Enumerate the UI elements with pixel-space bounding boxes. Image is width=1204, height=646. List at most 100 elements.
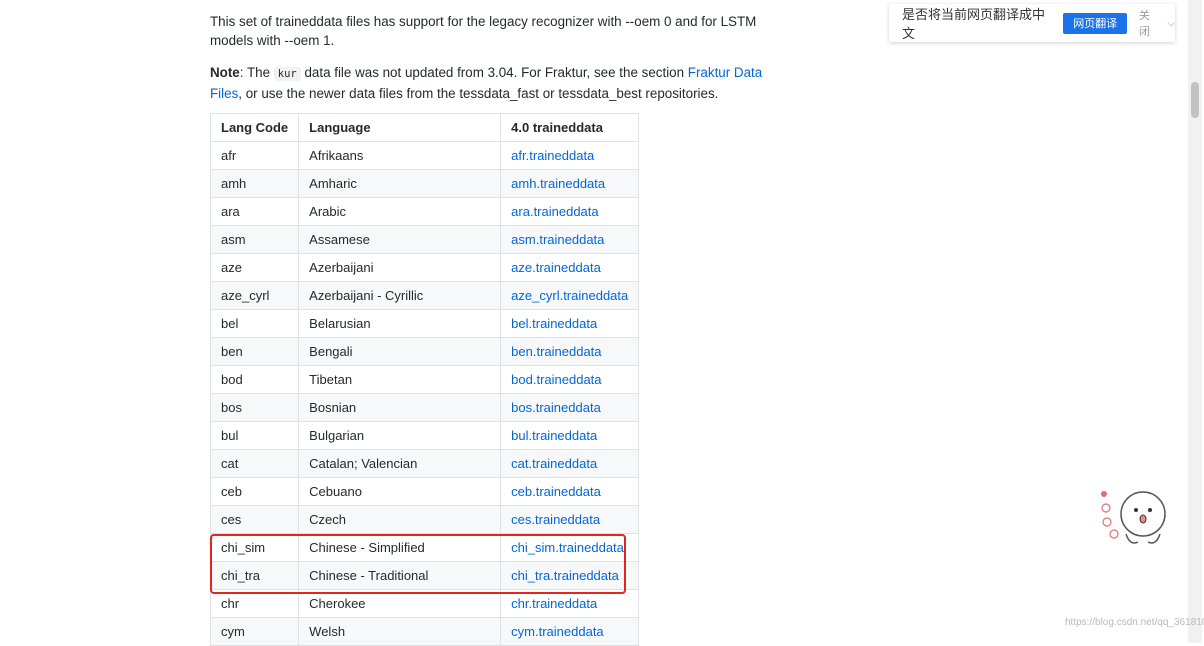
traineddata-link[interactable]: bul.traineddata <box>500 421 640 450</box>
lang-code-cell: cat <box>209 449 300 478</box>
lang-code-cell: bos <box>209 393 300 422</box>
traineddata-link-text[interactable]: ben.traineddata <box>511 344 601 359</box>
traineddata-link[interactable]: ara.traineddata <box>500 197 640 226</box>
table-row: chi_tra Chinese - Traditional chi_tra.trai… <box>209 561 640 590</box>
language-cell: Arabic <box>298 197 502 226</box>
traineddata-link-text[interactable]: bul.traineddata <box>511 428 597 443</box>
traineddata-link-text[interactable]: ceb.traineddata <box>511 484 601 499</box>
close-translate-button[interactable]: 关闭 <box>1139 7 1160 39</box>
scrollbar-thumb[interactable] <box>1191 82 1199 118</box>
note-text-2: data file was not updated from 3.04. For… <box>300 65 688 80</box>
traineddata-link[interactable]: afr.traineddata <box>500 141 640 170</box>
language-cell: Tibetan <box>298 365 502 394</box>
lang-code-cell: ces <box>209 505 300 534</box>
traineddata-link-text[interactable]: chr.traineddata <box>511 596 597 611</box>
traineddata-link-text[interactable]: cym.traineddata <box>511 624 604 639</box>
traineddata-link-text[interactable]: afr.traineddata <box>511 148 594 163</box>
traineddata-table: Lang Code Language 4.0 traineddata afr Af… <box>209 113 640 646</box>
note-text-3: , or use the newer data files from the t… <box>238 86 719 101</box>
traineddata-link[interactable]: cat.traineddata <box>500 449 640 478</box>
table-row: ara Arabic ara.traineddata <box>209 197 640 226</box>
note-label: Note <box>210 65 240 80</box>
table-row: afr Afrikaans afr.traineddata <box>209 141 640 170</box>
lang-code-cell: cym <box>209 617 300 646</box>
traineddata-link[interactable]: asm.traineddata <box>500 225 640 254</box>
lang-code-cell: asm <box>209 225 300 254</box>
language-cell: Chinese - Simplified <box>298 533 502 562</box>
traineddata-link-text[interactable]: ara.traineddata <box>511 204 598 219</box>
traineddata-link[interactable]: bel.traineddata <box>500 309 640 338</box>
traineddata-link[interactable]: chr.traineddata <box>500 589 640 618</box>
lang-code-cell: aze_cyrl <box>209 281 300 310</box>
table-row: aze_cyrl Azerbaijani - Cyrillic aze_cyrl.t… <box>209 281 640 310</box>
lang-code-cell: chi_sim <box>209 533 300 562</box>
table-row: ceb Cebuano ceb.traineddata <box>209 477 640 506</box>
language-cell: Czech <box>298 505 502 534</box>
table-row: amh Amharic amh.traineddata <box>209 169 640 198</box>
translate-page-button[interactable]: 网页翻译 <box>1063 12 1127 34</box>
language-cell: Cherokee <box>298 589 502 618</box>
traineddata-link[interactable]: cym.traineddata <box>500 617 640 646</box>
traineddata-link-text[interactable]: chi_tra.traineddata <box>511 568 619 583</box>
language-cell: Belarusian <box>298 309 502 338</box>
traineddata-link[interactable]: aze_cyrl.traineddata <box>500 281 640 310</box>
inline-code-kur: kur <box>273 67 301 81</box>
traineddata-link-text[interactable]: asm.traineddata <box>511 232 604 247</box>
table-row: chi_sim Chinese - Simplified chi_sim.train… <box>209 533 640 562</box>
table-row: cat Catalan; Valencian cat.traineddata <box>209 449 640 478</box>
traineddata-link[interactable]: ces.traineddata <box>500 505 640 534</box>
header-language: Language <box>298 113 502 142</box>
traineddata-link[interactable]: amh.traineddata <box>500 169 640 198</box>
language-cell: Amharic <box>298 169 502 198</box>
traineddata-link-text[interactable]: bod.traineddata <box>511 372 601 387</box>
traineddata-link[interactable]: ben.traineddata <box>500 337 640 366</box>
translate-bar: 是否将当前网页翻译成中文 网页翻译 关闭 ⌵ <box>889 4 1175 42</box>
language-cell: Chinese - Traditional <box>298 561 502 590</box>
traineddata-link-text[interactable]: bel.traineddata <box>511 316 597 331</box>
scrollbar[interactable] <box>1188 0 1202 643</box>
lang-code-cell: ara <box>209 197 300 226</box>
traineddata-link[interactable]: chi_tra.traineddata <box>500 561 640 590</box>
traineddata-link[interactable]: ceb.traineddata <box>500 477 640 506</box>
note-text-1: : The <box>239 65 274 80</box>
language-cell: Azerbaijani - Cyrillic <box>298 281 502 310</box>
lang-code-cell: chi_tra <box>209 561 300 590</box>
language-cell: Cebuano <box>298 477 502 506</box>
traineddata-link-text[interactable]: bos.traineddata <box>511 400 601 415</box>
table-row: chr Cherokee chr.traineddata <box>209 589 640 618</box>
lang-code-cell: bod <box>209 365 300 394</box>
watermark: https://blog.csdn.net/qq_36181040 <box>1065 617 1204 628</box>
traineddata-link[interactable]: aze.traineddata <box>500 253 640 282</box>
table-row: cym Welsh cym.traineddata <box>209 617 640 646</box>
language-cell: Catalan; Valencian <box>298 449 502 478</box>
traineddata-link-text[interactable]: chi_sim.traineddata <box>511 540 624 555</box>
traineddata-link[interactable]: bod.traineddata <box>500 365 640 394</box>
traineddata-link-text[interactable]: cat.traineddata <box>511 456 597 471</box>
intro-paragraph: This set of traineddata files has suppor… <box>210 14 757 48</box>
mascot-icon[interactable] <box>1098 484 1174 554</box>
traineddata-link-text[interactable]: amh.traineddata <box>511 176 605 191</box>
table-row: aze Azerbaijani aze.traineddata <box>209 253 640 282</box>
header-traineddata: 4.0 traineddata <box>500 113 640 142</box>
lang-code-cell: ben <box>209 337 300 366</box>
lang-code-cell: afr <box>209 141 300 170</box>
note-paragraph: Note: The kur data file was not updated … <box>210 63 780 103</box>
traineddata-link-text[interactable]: ces.traineddata <box>511 512 600 527</box>
chevron-down-icon[interactable]: ⌵ <box>1167 18 1175 29</box>
language-cell: Azerbaijani <box>298 253 502 282</box>
lang-code-cell: chr <box>209 589 300 618</box>
traineddata-link-text[interactable]: aze.traineddata <box>511 260 601 275</box>
table-row: bos Bosnian bos.traineddata <box>209 393 640 422</box>
lang-code-cell: bel <box>209 309 300 338</box>
table-row: asm Assamese asm.traineddata <box>209 225 640 254</box>
traineddata-link[interactable]: bos.traineddata <box>500 393 640 422</box>
table-row: bel Belarusian bel.traineddata <box>209 309 640 338</box>
traineddata-link-text[interactable]: aze_cyrl.traineddata <box>511 288 628 303</box>
language-cell: Bulgarian <box>298 421 502 450</box>
language-cell: Bosnian <box>298 393 502 422</box>
language-cell: Afrikaans <box>298 141 502 170</box>
traineddata-link[interactable]: chi_sim.traineddata <box>500 533 640 562</box>
lang-code-cell: amh <box>209 169 300 198</box>
lang-code-cell: aze <box>209 253 300 282</box>
table-row: bul Bulgarian bul.traineddata <box>209 421 640 450</box>
